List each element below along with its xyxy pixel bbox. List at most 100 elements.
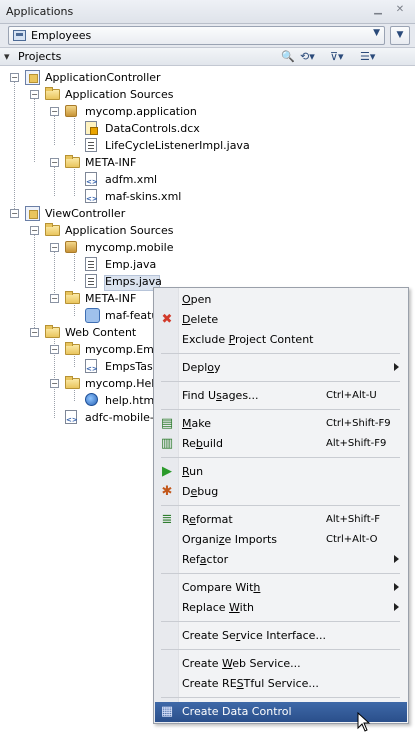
application-menu-button[interactable]: ▼ [390, 26, 410, 45]
tree-node-label: Web Content [65, 326, 137, 339]
close-icon[interactable]: ✕ [394, 4, 406, 16]
menu-item-shortcut: Alt+Shift-F [326, 514, 381, 525]
menu-item-rebuild[interactable]: ▥ Rebuild Alt+Shift-F9 [155, 434, 407, 454]
expand-toggle-icon[interactable]: − [50, 345, 59, 354]
menu-item-create-service-interface[interactable]: Create Service Interface... [155, 626, 407, 646]
menu-item-label: Open [182, 293, 212, 306]
menu-item-label: Deploy [182, 361, 221, 374]
expand-toggle-icon[interactable]: − [50, 107, 59, 116]
submenu-arrow-icon [394, 603, 399, 611]
filter-icon[interactable]: ⊽▾ [330, 50, 344, 64]
working-sets-icon[interactable]: ⟲▾ [300, 50, 315, 64]
expand-toggle-icon[interactable]: − [30, 90, 39, 99]
dcx-file-icon [85, 121, 98, 135]
tree-node-label: mycomp.mobile [85, 241, 174, 254]
expand-toggle-icon[interactable]: − [10, 73, 19, 82]
tree-node-label: ApplicationController [45, 71, 161, 84]
tree-node-label: Application Sources [65, 224, 174, 237]
expand-toggle-icon[interactable]: − [30, 328, 39, 337]
menu-item-create-web-service[interactable]: Create Web Service... [155, 654, 407, 674]
menu-item-label: Compare With [182, 581, 261, 594]
expand-toggle-icon[interactable]: − [50, 379, 59, 388]
projects-section-header[interactable]: ▾ Projects 🔍 ⟲▾ ⊽▾ ☰▾ [0, 48, 415, 66]
expand-toggle-icon[interactable]: − [50, 243, 59, 252]
minimize-icon[interactable]: ▁ [372, 4, 384, 16]
menu-item-replace-with[interactable]: Replace With [155, 598, 407, 618]
menu-item-label: Delete [182, 313, 219, 326]
application-selector[interactable]: Employees ▼ [8, 26, 385, 45]
debug-icon: ✱ [161, 484, 173, 499]
tree-node-label: ViewController [45, 207, 126, 220]
search-icon[interactable]: 🔍 [281, 50, 295, 64]
menu-item-deploy[interactable]: Deploy [155, 358, 407, 378]
tree-node[interactable]: maf-skins.xml [0, 188, 415, 208]
menu-item-shortcut: Alt+Shift-F9 [326, 438, 387, 449]
menu-item-label: Create Data Control [182, 705, 292, 718]
package-icon [65, 105, 77, 117]
menu-item-compare-with[interactable]: Compare With [155, 578, 407, 598]
application-selector-value: Employees [31, 29, 92, 42]
menu-item-refactor[interactable]: Refactor [155, 550, 407, 570]
folder-icon [65, 342, 80, 355]
expand-toggle-icon[interactable]: − [30, 226, 39, 235]
tree-node[interactable]: DataControls.dcx [0, 120, 415, 137]
menu-item-open[interactable]: Open [155, 290, 407, 310]
menu-item-label: Create Service Interface... [182, 629, 326, 642]
html-file-icon [85, 393, 98, 406]
tree-node[interactable]: − mycomp.application [0, 103, 415, 120]
java-file-icon [85, 138, 97, 152]
menu-separator [161, 505, 400, 506]
expand-toggle-icon[interactable]: − [50, 294, 59, 303]
tree-node-label: mycomp.Help [85, 377, 162, 390]
projects-title: Projects [18, 50, 62, 63]
submenu-arrow-icon [394, 363, 399, 371]
expand-toggle-icon[interactable]: − [10, 209, 19, 218]
view-options-icon[interactable]: ☰▾ [360, 50, 375, 64]
menu-item-exclude-project-content[interactable]: Exclude Project Content [155, 330, 407, 350]
tree-node[interactable]: − Application Sources [0, 86, 415, 103]
applications-title: Applications [6, 5, 74, 18]
menu-item-create-restful-service[interactable]: Create RESTful Service... [155, 674, 407, 694]
tree-node-label: maf-skins.xml [105, 190, 182, 203]
tree-node-label: adfm.xml [105, 173, 158, 186]
menu-item-debug[interactable]: ✱ Debug [155, 482, 407, 502]
menu-item-run[interactable]: ▶ Run [155, 462, 407, 482]
menu-item-shortcut: Ctrl+Alt-O [326, 534, 378, 545]
folder-icon [45, 325, 60, 338]
tree-node[interactable]: LifeCycleListenerImpl.java [0, 137, 415, 154]
menu-item-label: Reformat [182, 513, 233, 526]
tree-node-label: help.html [105, 394, 158, 407]
applications-toolbar: Employees ▼ ▼ [0, 24, 415, 48]
menu-item-label: Refactor [182, 553, 229, 566]
tree-node-label: DataControls.dcx [105, 122, 200, 135]
expand-toggle-icon[interactable]: − [50, 158, 59, 167]
menu-item-delete[interactable]: ✖ Delete [155, 310, 407, 330]
menu-item-organize-imports[interactable]: Organize Imports Ctrl+Alt-O [155, 530, 407, 550]
chevron-down-icon: ▼ [373, 28, 380, 38]
java-file-icon [85, 257, 97, 271]
tree-node[interactable]: adfm.xml [0, 171, 415, 191]
tree-node[interactable]: − ViewController [0, 205, 415, 222]
folder-icon [45, 87, 60, 100]
xml-file-icon [85, 189, 98, 208]
menu-separator [161, 649, 400, 650]
submenu-arrow-icon [394, 555, 399, 563]
menu-item-label: Create Web Service... [182, 657, 301, 670]
menu-item-shortcut: Ctrl+Alt-U [326, 390, 377, 401]
feature-file-icon [85, 308, 100, 323]
mouse-cursor-icon [357, 712, 371, 732]
tree-node[interactable]: − META-INF [0, 154, 415, 171]
collapse-icon[interactable]: ▾ [4, 50, 10, 63]
xml-file-icon [85, 172, 98, 191]
tree-node[interactable]: Emp.java [0, 256, 415, 273]
rebuild-icon: ▥ [160, 436, 174, 451]
tree-node[interactable]: − ApplicationController [0, 69, 415, 86]
menu-item-reformat[interactable]: ≣ Reformat Alt+Shift-F [155, 510, 407, 530]
tree-node[interactable]: − Application Sources [0, 222, 415, 239]
menu-item-label: Exclude Project Content [182, 333, 314, 346]
menu-item-make[interactable]: ▤ Make Ctrl+Shift-F9 [155, 414, 407, 434]
xml-file-icon [65, 410, 78, 429]
tree-node-label: META-INF [85, 156, 137, 169]
menu-item-find-usages[interactable]: Find Usages... Ctrl+Alt-U [155, 386, 407, 406]
tree-node[interactable]: − mycomp.mobile [0, 239, 415, 256]
